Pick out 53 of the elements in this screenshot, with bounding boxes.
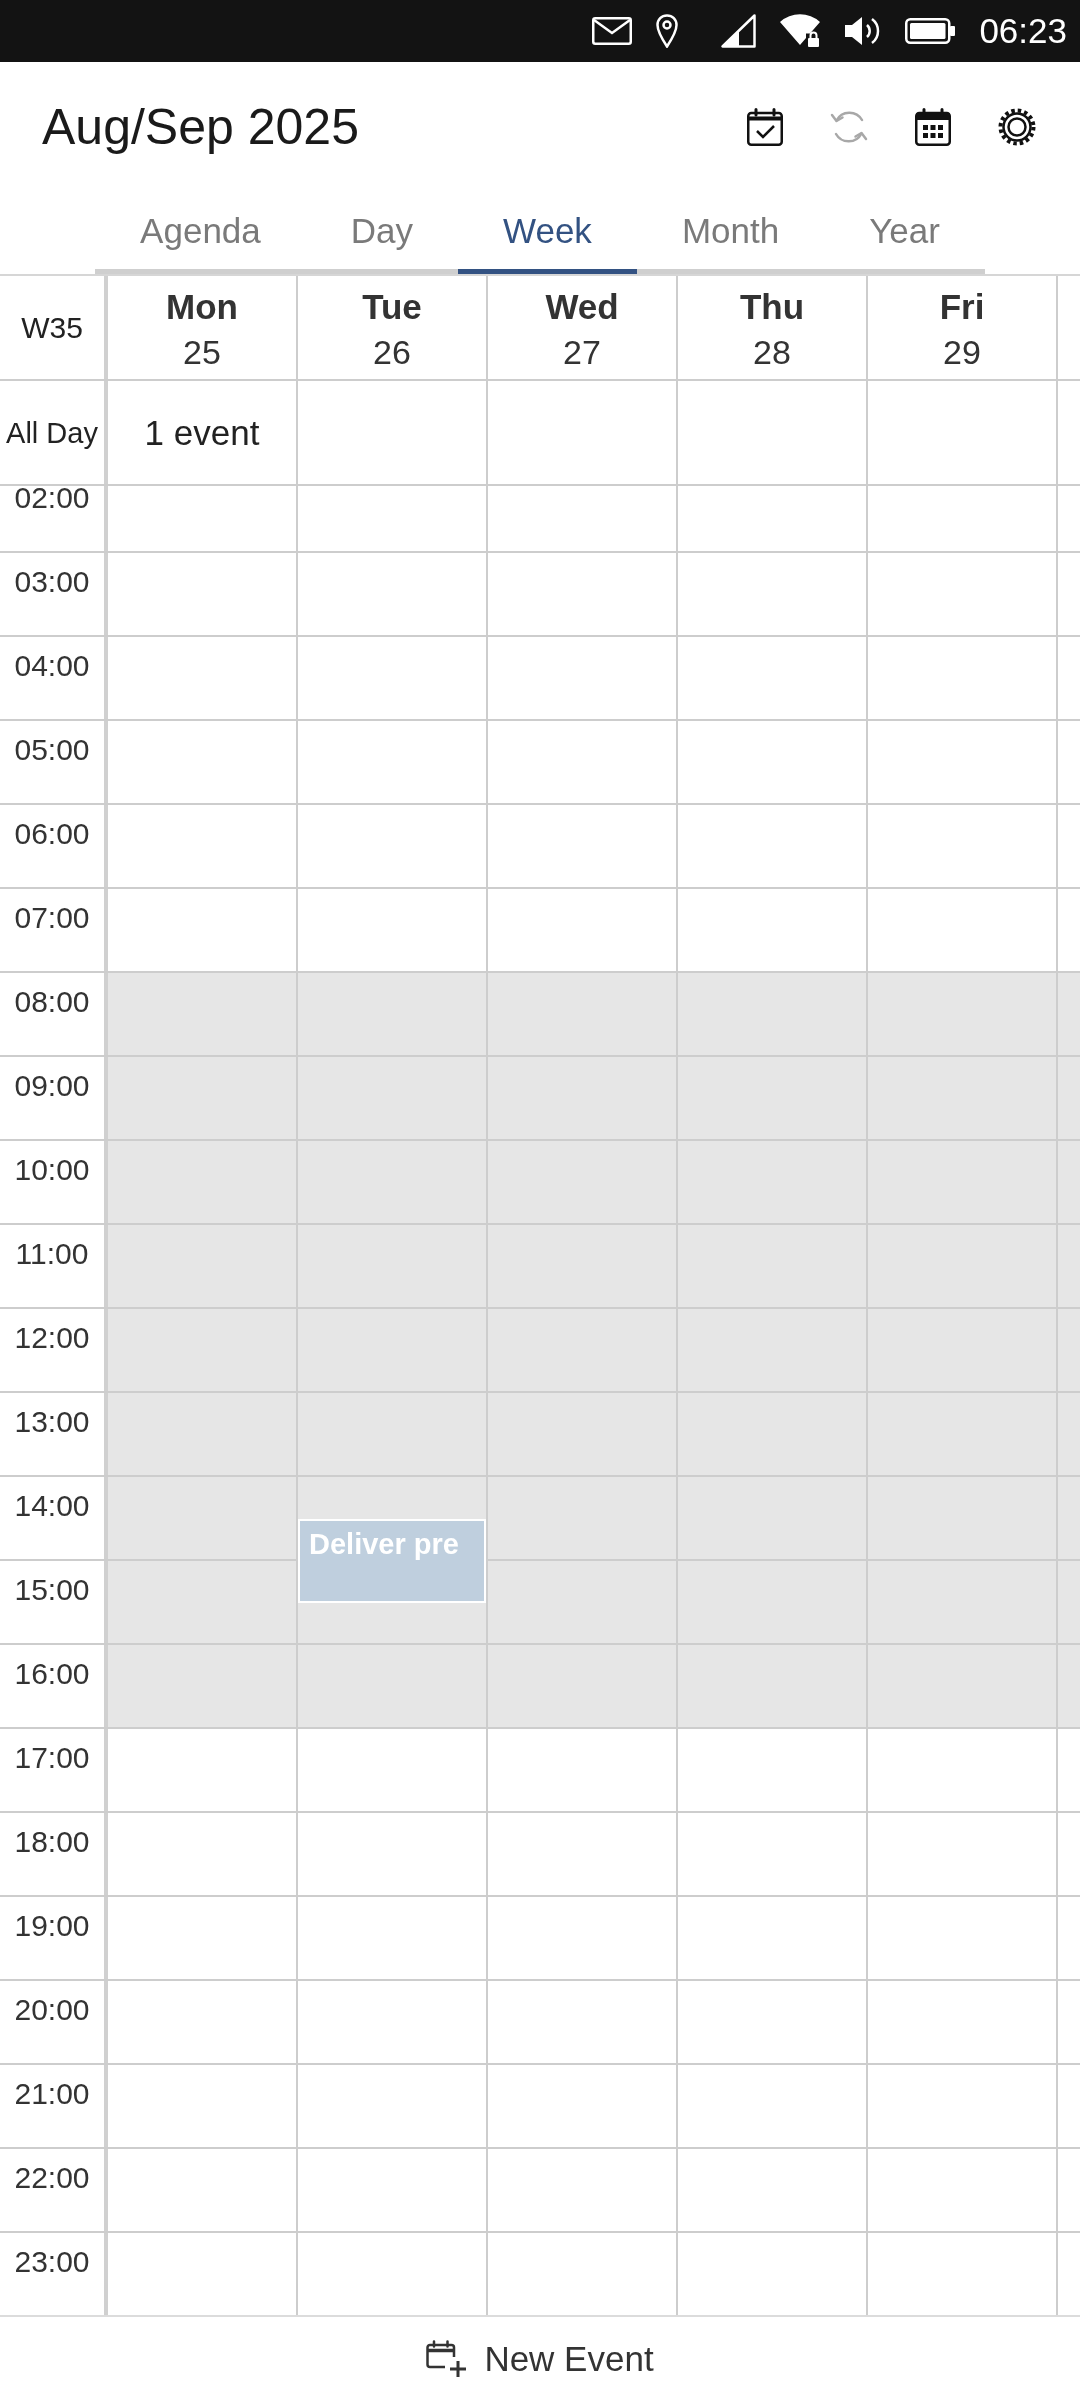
day-date: 25 xyxy=(183,332,221,372)
hour-label: 11:00 xyxy=(15,1237,89,1271)
hour-label: 06:00 xyxy=(14,817,90,851)
hour-label: 03:00 xyxy=(14,565,90,599)
hour-label: 19:00 xyxy=(14,1909,90,1943)
hour-label: 02:00 xyxy=(14,486,90,515)
hour-label: 18:00 xyxy=(14,1825,90,1859)
hour-label: 20:00 xyxy=(14,1993,90,2027)
all-day-label: All Day xyxy=(6,415,98,451)
hour-label: 21:00 xyxy=(14,2077,90,2111)
battery-icon xyxy=(905,18,956,44)
hour-label: 16:00 xyxy=(14,1657,90,1691)
day-name: Thu xyxy=(739,286,805,328)
calendar-icon[interactable] xyxy=(915,108,951,146)
volume-icon xyxy=(844,15,882,47)
view-tab[interactable]: Year xyxy=(824,192,985,274)
clock-time: 06:23 xyxy=(979,11,1067,51)
day-date: 28 xyxy=(753,332,791,372)
hour-label: 15:00 xyxy=(14,1573,90,1607)
day-date: 27 xyxy=(563,332,601,372)
hour-label: 12:00 xyxy=(14,1321,90,1355)
view-tab[interactable]: Agenda xyxy=(95,192,306,274)
day-name: Mon xyxy=(166,286,238,328)
hour-label: 10:00 xyxy=(14,1153,90,1187)
settings-icon[interactable] xyxy=(998,108,1036,146)
day-name: Wed xyxy=(545,286,619,328)
day-date: 29 xyxy=(943,332,981,372)
view-tab[interactable]: Month xyxy=(636,192,825,274)
hour-label: 05:00 xyxy=(14,733,90,767)
week-number: W35 xyxy=(21,309,83,346)
hour-label: 08:00 xyxy=(14,985,90,1019)
mail-icon xyxy=(592,17,633,45)
new-event-button[interactable]: New Event xyxy=(420,2334,660,2383)
hour-label: 04:00 xyxy=(14,649,90,683)
location-pin-icon xyxy=(656,14,679,48)
all-day-summary[interactable]: 1 event xyxy=(144,412,260,453)
day-date: 26 xyxy=(373,332,411,372)
hour-label: 09:00 xyxy=(14,1069,90,1103)
hour-label: 13:00 xyxy=(14,1405,90,1439)
hour-label: 07:00 xyxy=(14,901,90,935)
hour-label: 14:00 xyxy=(14,1489,90,1523)
view-tab[interactable]: Day xyxy=(305,192,459,274)
calendar-check-icon[interactable] xyxy=(747,108,783,146)
day-name: Tue xyxy=(362,286,422,328)
signal-icon xyxy=(720,14,757,48)
calendar-plus-icon xyxy=(426,2339,469,2378)
hour-label: 23:00 xyxy=(14,2245,90,2279)
hour-label: 22:00 xyxy=(14,2161,90,2195)
view-tab[interactable]: Week xyxy=(458,192,637,274)
month-title: Aug/Sep 2025 xyxy=(42,98,359,157)
wifi-icon xyxy=(780,14,821,48)
day-name: Fri xyxy=(939,286,985,328)
hour-label: 17:00 xyxy=(14,1741,90,1775)
